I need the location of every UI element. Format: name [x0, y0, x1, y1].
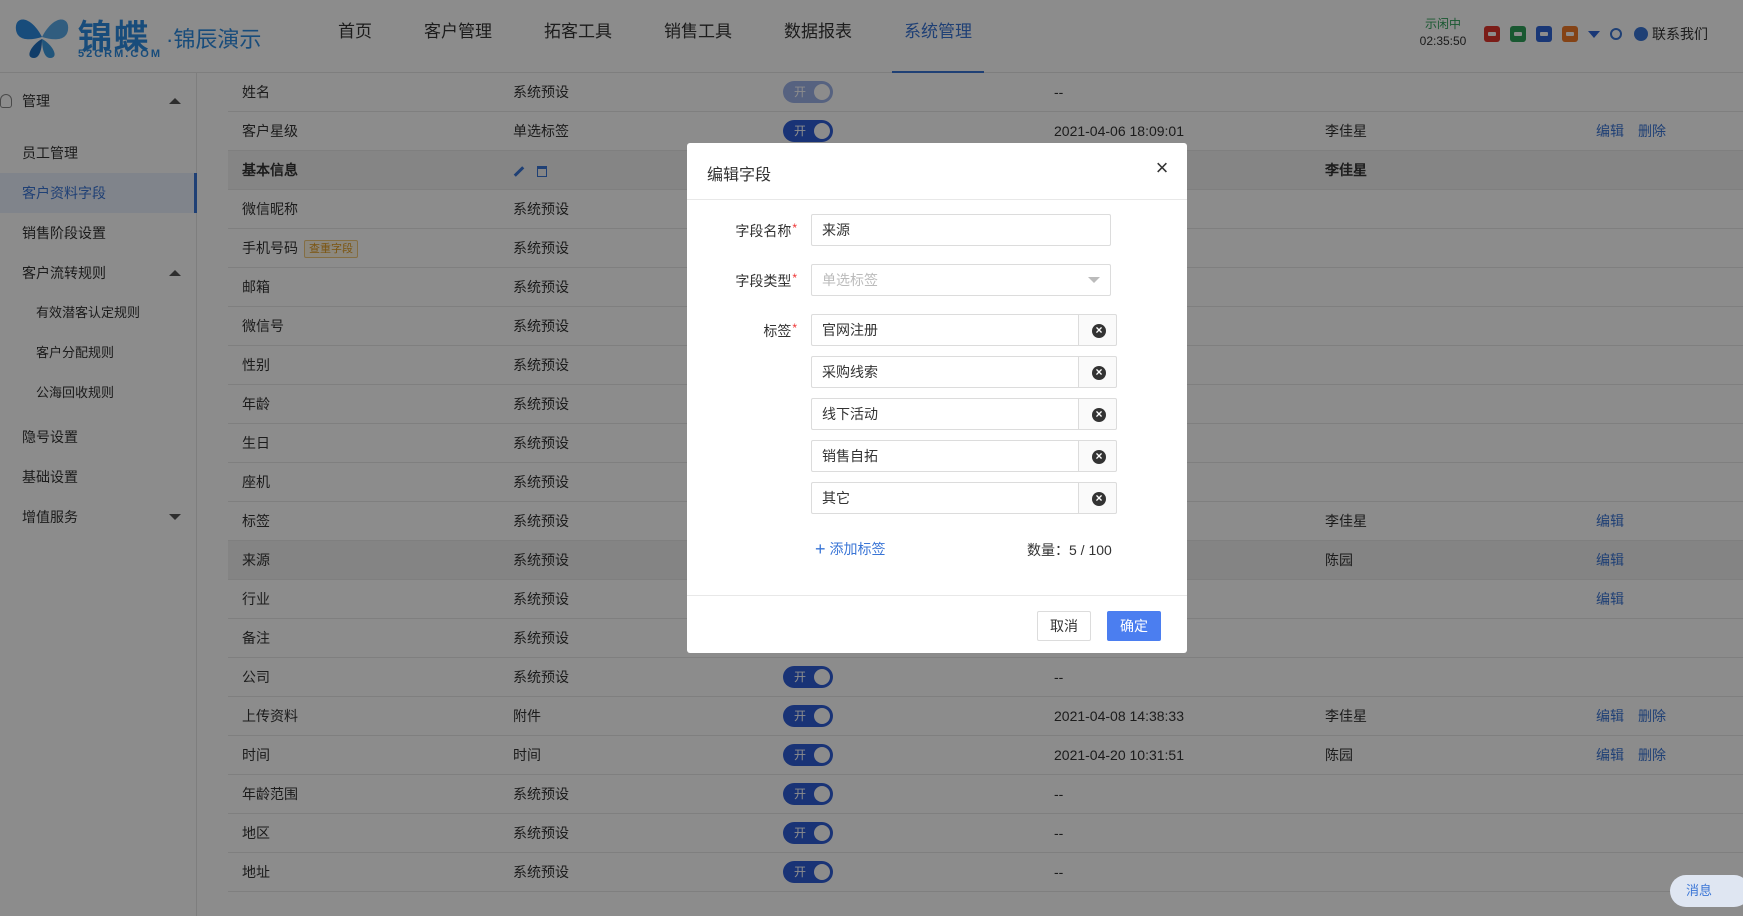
tag-row: 采购线索	[811, 356, 1117, 388]
messages-button[interactable]: 消息	[1670, 875, 1743, 907]
add-tag-button[interactable]: + 添加标签	[815, 539, 886, 560]
close-icon[interactable]: ×	[1151, 157, 1173, 179]
remove-tag-icon[interactable]	[1078, 482, 1117, 514]
tag-row: 官网注册	[811, 314, 1117, 346]
dialog-header: 编辑字段 ×	[687, 143, 1187, 200]
tag-input[interactable]: 其它	[811, 482, 1078, 514]
field-name-label: 字段名称*	[735, 221, 797, 239]
dialog-footer: 取消 确定	[687, 595, 1187, 653]
edit-field-dialog: 编辑字段 × 字段名称* 来源 字段类型* 单选标签 标签* 官网注册 采购线索…	[687, 143, 1187, 653]
plus-icon: +	[815, 539, 826, 559]
tag-input[interactable]: 官网注册	[811, 314, 1078, 346]
chevron-down-icon	[1088, 277, 1100, 283]
field-type-label: 字段类型*	[735, 271, 797, 289]
tag-input[interactable]: 线下活动	[811, 398, 1078, 430]
dialog-title: 编辑字段	[707, 167, 772, 184]
cancel-button[interactable]: 取消	[1037, 611, 1091, 641]
tags-label-text: 标签	[763, 323, 792, 339]
remove-tag-icon[interactable]	[1078, 440, 1117, 472]
field-name-input[interactable]: 来源	[811, 214, 1111, 246]
field-name-label-text: 字段名称	[735, 223, 792, 239]
remove-tag-icon[interactable]	[1078, 314, 1117, 346]
field-type-select[interactable]: 单选标签	[811, 264, 1111, 296]
confirm-button[interactable]: 确定	[1107, 611, 1161, 641]
remove-tag-icon[interactable]	[1078, 398, 1117, 430]
tag-count: 数量：5 / 100	[1027, 542, 1112, 558]
tag-input[interactable]: 销售自拓	[811, 440, 1078, 472]
tags-label: 标签*	[763, 321, 797, 339]
field-type-label-text: 字段类型	[735, 273, 792, 289]
remove-tag-icon[interactable]	[1078, 356, 1117, 388]
tag-row: 其它	[811, 482, 1117, 514]
tag-row: 线下活动	[811, 398, 1117, 430]
tag-row: 销售自拓	[811, 440, 1117, 472]
add-tag-label: 添加标签	[829, 541, 886, 557]
tag-input[interactable]: 采购线索	[811, 356, 1078, 388]
field-type-value: 单选标签	[822, 272, 878, 288]
